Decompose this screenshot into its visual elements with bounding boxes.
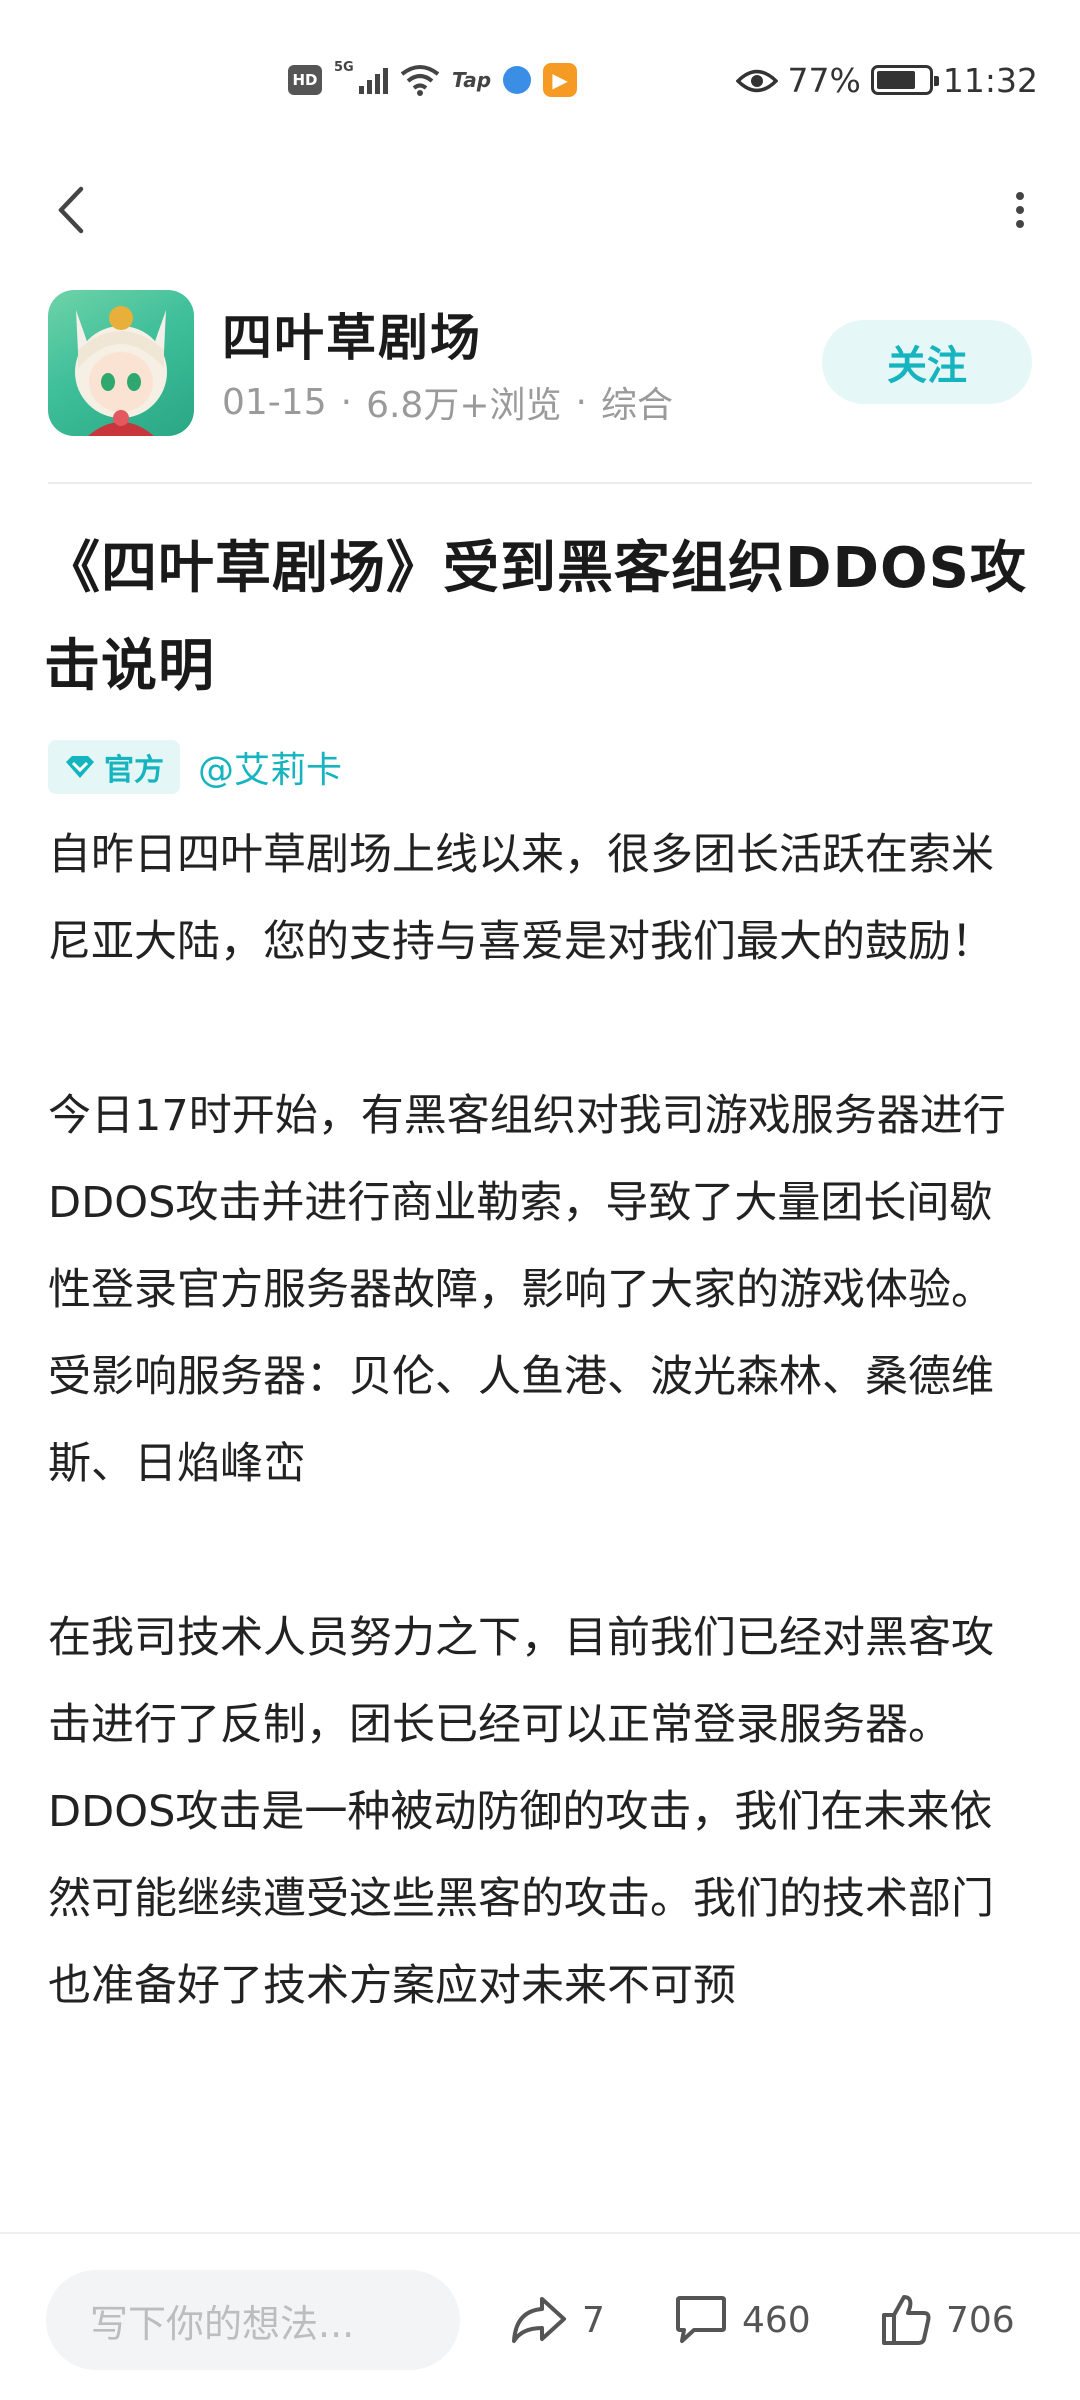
- clock: 11:32: [942, 60, 1038, 100]
- more-vertical-icon: [1016, 192, 1024, 228]
- hd-badge: HD: [288, 65, 322, 95]
- eye-icon: [735, 65, 779, 95]
- paragraph: 受影响服务器：贝伦、人鱼港、波光森林、桑德维斯、日焰峰峦: [48, 1352, 994, 1489]
- bottom-action-bar: 写下你的想法... 7 460 706: [0, 2232, 1080, 2400]
- meta-separator: ·: [575, 381, 587, 423]
- battery-icon: [870, 65, 939, 95]
- official-badge: 官方: [48, 740, 180, 794]
- network-type: 5G: [334, 60, 354, 75]
- signal-icon: 5G: [334, 60, 388, 100]
- status-bar: HD 5G Tap ▶ 77% 11:32: [0, 0, 1080, 160]
- author-tags: 官方 @艾莉卡: [48, 740, 342, 794]
- status-icons-left: HD 5G Tap ▶: [288, 58, 578, 102]
- post-category[interactable]: 综合: [601, 376, 673, 428]
- share-button[interactable]: 7: [510, 2282, 605, 2358]
- status-icons-right: 77% 11:32: [735, 56, 1038, 104]
- post-meta: 01-15 · 6.8万+浏览 · 综合: [222, 376, 673, 428]
- tap-app-icon: Tap: [452, 68, 492, 92]
- share-count: 7: [582, 2299, 605, 2341]
- author-header: 四叶草剧场 01-15 · 6.8万+浏览 · 综合 关注: [48, 290, 1032, 436]
- comment-icon: [676, 2296, 726, 2343]
- mention-link[interactable]: @艾莉卡: [198, 741, 342, 793]
- comment-button[interactable]: 460: [674, 2282, 811, 2358]
- avatar[interactable]: [48, 290, 194, 436]
- follow-button[interactable]: 关注: [822, 320, 1032, 404]
- chevron-left-icon: [58, 186, 84, 234]
- thumbs-up-icon: [882, 2295, 931, 2345]
- official-label: 官方: [104, 753, 164, 788]
- video-app-icon: ▶: [543, 63, 578, 97]
- author-name[interactable]: 四叶草剧场: [222, 298, 482, 370]
- battery-percent: 77%: [787, 60, 861, 100]
- more-options-button[interactable]: [990, 180, 1050, 240]
- paragraph: 今日17时开始，有黑客组织对我司游戏服务器进行DDOS攻击并进行商业勒索，导致了…: [48, 1091, 1006, 1315]
- article-body: 自昨日四叶草剧场上线以来，很多团长活跃在索米尼亚大陆，您的支持与喜爱是对我们最大…: [48, 812, 1018, 2232]
- browser-app-icon: [503, 66, 532, 94]
- share-icon: [512, 2297, 566, 2343]
- diamond-icon: [66, 756, 94, 778]
- wifi-icon: [400, 60, 440, 100]
- post-date: 01-15: [222, 381, 327, 423]
- comment-input[interactable]: 写下你的想法...: [46, 2270, 460, 2370]
- like-button[interactable]: 706: [880, 2282, 1015, 2358]
- divider: [48, 482, 1032, 484]
- nav-bar: [0, 160, 1080, 260]
- paragraph: 在我司技术人员努力之下，目前我们已经对黑客攻击进行了反制，团长已经可以正常登录服…: [48, 1613, 994, 1750]
- paragraph: DDOS攻击是一种被动防御的攻击，我们在未来依然可能继续遭受这些黑客的攻击。我们…: [48, 1787, 994, 2011]
- view-count: 6.8万+浏览: [366, 385, 562, 426]
- like-count: 706: [946, 2299, 1015, 2341]
- comment-count: 460: [742, 2299, 811, 2341]
- article-title: 《四叶草剧场》受到黑客组织DDOS攻击说明: [44, 536, 1027, 699]
- paragraph: 自昨日四叶草剧场上线以来，很多团长活跃在索米尼亚大陆，您的支持与喜爱是对我们最大…: [48, 830, 994, 967]
- back-button[interactable]: [40, 180, 100, 240]
- meta-separator: ·: [340, 381, 353, 423]
